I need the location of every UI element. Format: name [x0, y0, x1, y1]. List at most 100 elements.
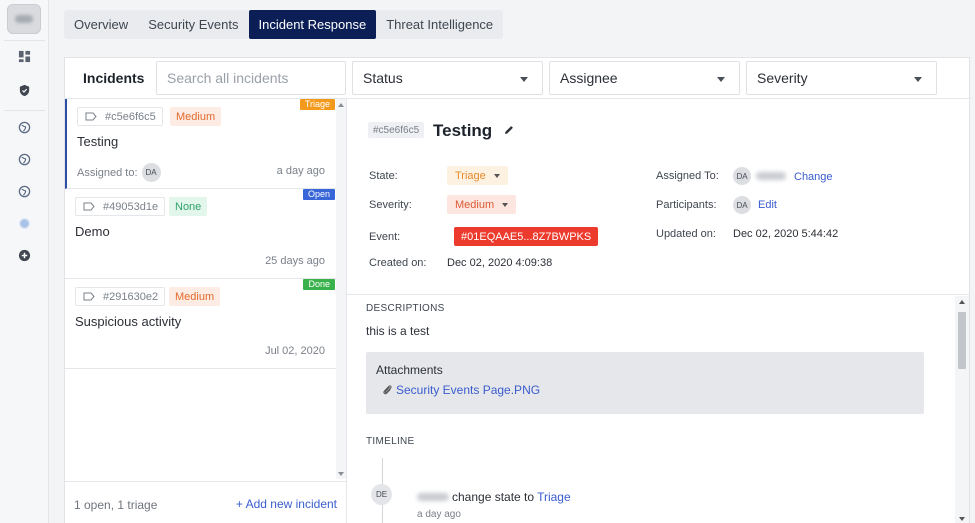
incident-detail: #c5e6f6c5 Testing State: Triage Severity…: [347, 99, 969, 523]
created-label: Created on:: [369, 257, 427, 269]
chevron-down-icon: [493, 173, 500, 178]
incident-age: a day ago: [276, 165, 325, 177]
list-scrollbar[interactable]: [336, 99, 346, 479]
timeline-time: a day ago: [417, 509, 461, 520]
assigned-to-label: Assigned To:: [656, 170, 719, 182]
search-input[interactable]: [156, 61, 346, 95]
incidents-panel: Incidents Status Assignee Severity Triag…: [64, 57, 971, 523]
state-dropdown[interactable]: Triage: [447, 166, 508, 185]
incidents-title: Incidents: [83, 70, 145, 86]
tab-overview[interactable]: Overview: [64, 10, 138, 39]
chevron-down-icon: [717, 77, 725, 82]
assignee-select[interactable]: Assignee: [549, 61, 740, 95]
incident-name: Testing: [77, 134, 119, 149]
updated-value: Dec 02, 2020 5:44:42: [733, 228, 839, 240]
severity-value: Medium: [455, 198, 495, 211]
incident-list: Triage #c5e6f6c5 Medium Testing Assigned…: [65, 99, 347, 523]
event-link[interactable]: #01EQAAE5...8Z7BWPKS: [454, 227, 599, 246]
severity-badge: Medium: [169, 287, 221, 306]
detail-header: #c5e6f6c5 Testing State: Triage Severity…: [347, 99, 969, 295]
status-ribbon: Open: [302, 189, 335, 200]
scroll-up-icon[interactable]: [959, 300, 965, 304]
assigned-to: Assigned to: DA: [77, 163, 161, 182]
incident-card[interactable]: Done #291630e2 Medium Suspicious activit…: [65, 279, 337, 369]
globe-icon[interactable]: [17, 152, 31, 166]
status-ribbon: Triage: [299, 99, 335, 110]
state-value: Triage: [455, 169, 486, 182]
event-label: Event:: [369, 231, 401, 243]
rail-divider: [4, 110, 45, 111]
incident-age: Jul 02, 2020: [265, 345, 325, 357]
avatar: DE: [371, 484, 392, 505]
incident-card[interactable]: Open #49053d1e None Demo 25 days ago: [65, 189, 337, 279]
incident-id-tag: #291630e2: [75, 287, 166, 306]
incident-id: #291630e2: [103, 290, 159, 303]
tab-threat-intelligence[interactable]: Threat Intelligence: [376, 10, 503, 39]
left-rail: [0, 0, 49, 523]
participants-label: Participants:: [656, 199, 717, 211]
tag-icon: [83, 202, 95, 211]
detail-body: DESCRIPTIONS this is a test Attachments …: [347, 296, 969, 523]
created-value: Dec 02, 2020 4:09:38: [447, 257, 553, 269]
timeline-heading: TIMELINE: [366, 436, 415, 447]
chevron-down-icon: [914, 77, 922, 82]
avatar: DA: [141, 163, 161, 182]
timeline-entry: change state to Triage: [417, 490, 571, 504]
tab-security-events[interactable]: Security Events: [138, 10, 248, 39]
incident-name: Demo: [75, 224, 110, 239]
tag-icon: [85, 112, 97, 121]
severity-label: Severity:: [369, 199, 412, 211]
status-ribbon: Done: [303, 279, 335, 290]
incident-id: #c5e6f6c5: [105, 110, 156, 123]
attachments-heading: Attachments: [376, 363, 443, 377]
description-text: this is a test: [366, 324, 430, 338]
redacted-name: [756, 172, 786, 180]
scroll-up-icon[interactable]: [338, 103, 344, 107]
globe-icon[interactable]: [17, 120, 31, 134]
scroll-thumb[interactable]: [958, 312, 966, 369]
app-logo[interactable]: [7, 4, 41, 34]
attachment-name: Security Events Page.PNG: [396, 383, 541, 397]
attachment-link[interactable]: Security Events Page.PNG: [382, 383, 540, 397]
state-label: State:: [369, 170, 398, 182]
edit-participants-link[interactable]: Edit: [758, 199, 777, 211]
severity-select-label: Severity: [757, 70, 808, 86]
severity-badge: Medium: [170, 107, 222, 126]
dashboard-icon[interactable]: [17, 49, 31, 63]
pencil-icon[interactable]: [503, 124, 515, 136]
severity-select[interactable]: Severity: [746, 61, 937, 95]
change-assignee-link[interactable]: Change: [794, 171, 833, 183]
timeline-target-link[interactable]: Triage: [537, 490, 571, 504]
avatar: DA: [733, 167, 751, 185]
chevron-down-icon: [502, 202, 509, 207]
assigned-label: Assigned to:: [77, 166, 138, 179]
updated-label: Updated on:: [656, 228, 716, 240]
tag-icon: [83, 292, 95, 301]
tab-incident-response[interactable]: Incident Response: [248, 10, 377, 39]
detail-title: Testing: [433, 121, 493, 140]
shield-icon[interactable]: [17, 83, 31, 97]
incident-age: 25 days ago: [265, 255, 325, 267]
add-incident-button[interactable]: + Add new incident: [236, 497, 337, 511]
filter-bar: Incidents Status Assignee Severity: [65, 58, 971, 99]
add-circle-icon[interactable]: [17, 248, 31, 262]
incident-id: #49053d1e: [103, 200, 159, 213]
workspace-icon[interactable]: [17, 216, 31, 230]
descriptions-heading: DESCRIPTIONS: [366, 303, 445, 314]
severity-dropdown[interactable]: Medium: [447, 195, 517, 214]
detail-id-badge: #c5e6f6c5: [368, 122, 425, 138]
status-select[interactable]: Status: [352, 61, 543, 95]
attachments-box: Attachments Security Events Page.PNG: [366, 352, 924, 414]
avatar: DA: [733, 196, 751, 214]
top-tabs: Overview Security Events Incident Respon…: [64, 10, 504, 39]
assignee-select-label: Assignee: [560, 70, 618, 86]
globe-icon[interactable]: [17, 184, 31, 198]
paperclip-icon: [383, 385, 392, 395]
scroll-down-icon[interactable]: [338, 472, 344, 476]
incident-id-tag: #49053d1e: [75, 197, 166, 216]
scroll-down-icon[interactable]: [959, 517, 965, 521]
detail-scrollbar[interactable]: [955, 296, 969, 523]
status-select-label: Status: [363, 70, 403, 86]
chevron-down-icon: [520, 77, 528, 82]
incident-card[interactable]: Triage #c5e6f6c5 Medium Testing Assigned…: [65, 99, 337, 189]
